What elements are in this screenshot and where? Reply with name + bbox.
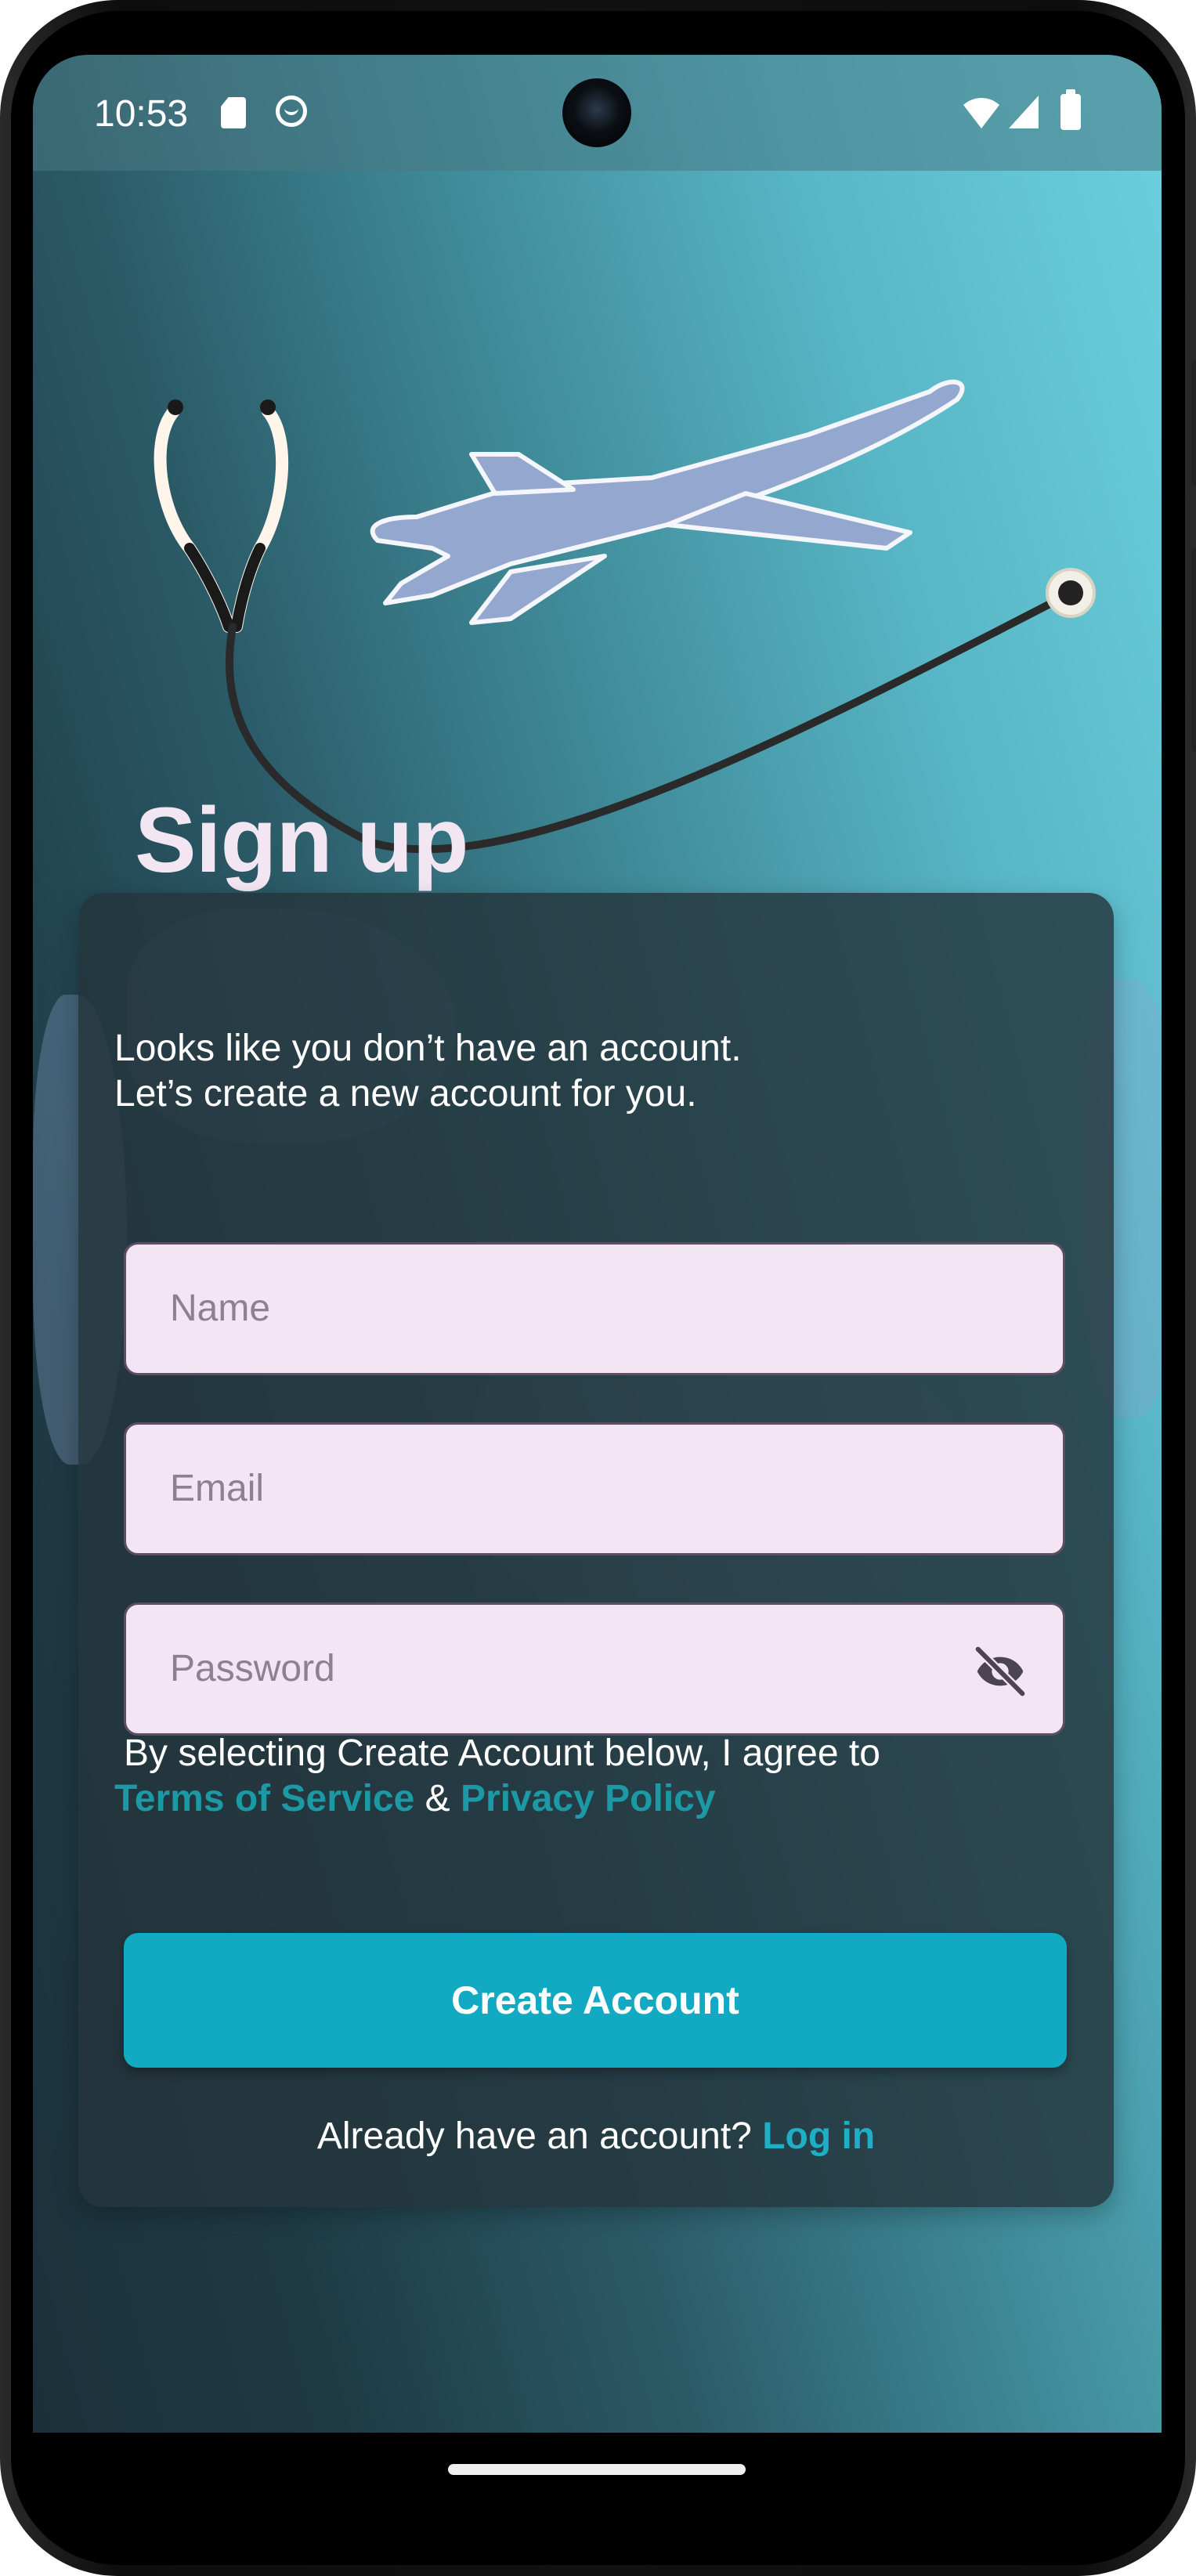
email-placeholder: Email (170, 1468, 265, 1509)
name-placeholder: Name (170, 1288, 271, 1329)
home-gesture-handle[interactable] (448, 2464, 746, 2475)
screenshot-frame: Sign up Looks like you don’t have an acc… (0, 0, 1196, 2576)
name-field[interactable]: Name (124, 1242, 1065, 1375)
email-field[interactable]: Email (124, 1422, 1065, 1555)
android-debug-icon (276, 96, 307, 127)
navigation-bar (33, 2433, 1162, 2491)
signup-card: Looks like you don’t have an account. Le… (78, 893, 1114, 2207)
password-field[interactable]: Password (124, 1602, 1065, 1736)
privacy-policy-link[interactable]: Privacy Policy (461, 1778, 716, 1819)
app-screen: Sign up Looks like you don’t have an acc… (33, 55, 1162, 2491)
cellular-signal-icon (1009, 96, 1039, 128)
wifi-icon (963, 98, 999, 128)
intro-line: Let’s create a new account for you. (114, 1073, 697, 1115)
volume-button (1191, 548, 1196, 752)
front-camera (562, 78, 631, 147)
eye-off-icon[interactable] (969, 1640, 1032, 1703)
password-placeholder: Password (170, 1648, 335, 1689)
login-prompt-text: Already have an account? (316, 2115, 752, 2157)
intro-line: Looks like you don’t have an account. (114, 1028, 742, 1069)
terms-ampersand: & (425, 1778, 450, 1819)
status-bar: 10:53 (33, 55, 1162, 171)
page-title: Sign up (135, 789, 469, 892)
status-time: 10:53 (94, 93, 189, 135)
intro-text: Looks like you don’t have an account. Le… (114, 1026, 742, 1117)
terms-of-service-link[interactable]: Terms of Service (114, 1778, 414, 1819)
terms-text: By selecting Create Account below, I agr… (114, 1731, 1070, 1822)
create-account-button[interactable]: Create Account (124, 1933, 1067, 2068)
terms-prefix: By selecting Create Account below, I agr… (124, 1732, 880, 1774)
power-button (1191, 360, 1196, 486)
login-link[interactable]: Log in (762, 2115, 875, 2157)
battery-icon (1061, 89, 1081, 130)
login-prompt: Already have an account? Log in (78, 2115, 1114, 2158)
sd-card-icon (221, 97, 246, 128)
phone-bezel: Sign up Looks like you don’t have an acc… (0, 0, 1196, 2576)
